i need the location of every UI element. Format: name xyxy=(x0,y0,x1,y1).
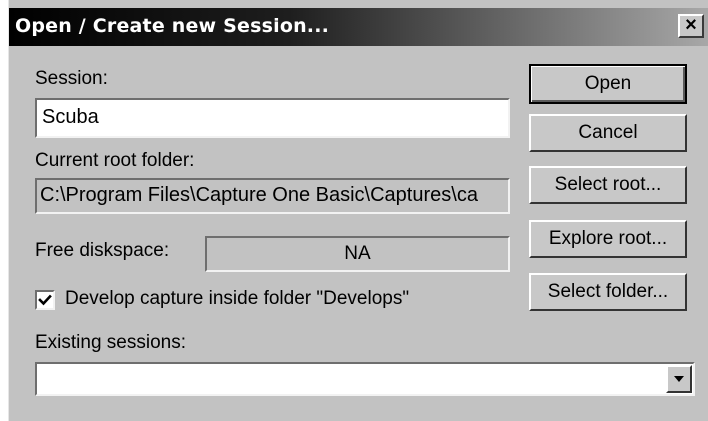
session-label: Session: xyxy=(35,68,108,89)
diskspace-label: Free diskspace: xyxy=(35,240,170,261)
diskspace-value: NA xyxy=(344,243,371,264)
dropdown-button[interactable] xyxy=(666,365,692,393)
checkmark-icon xyxy=(38,294,52,306)
dropdown-arrow-icon xyxy=(674,376,684,382)
close-icon: × xyxy=(685,14,697,36)
window-title: Open / Create new Session... xyxy=(15,15,330,37)
existing-sessions-label: Existing sessions: xyxy=(35,332,187,353)
open-session-dialog: Open / Create new Session... × Session: … xyxy=(8,0,708,421)
cancel-button[interactable]: Cancel xyxy=(529,114,687,152)
diskspace-field: NA xyxy=(205,236,510,272)
open-button[interactable]: Open xyxy=(529,64,687,104)
develop-checkbox[interactable] xyxy=(35,290,55,310)
session-input[interactable]: Scuba xyxy=(35,98,510,138)
close-button[interactable]: × xyxy=(678,14,704,38)
develop-checkbox-label[interactable]: Develop capture inside folder "Develops" xyxy=(65,288,409,310)
existing-sessions-dropdown[interactable] xyxy=(35,362,695,396)
select-root-button[interactable]: Select root... xyxy=(529,166,687,204)
explore-root-button[interactable]: Explore root... xyxy=(529,220,687,258)
title-bar: Open / Create new Session... × xyxy=(9,8,708,46)
root-folder-field: C:\Program Files\Capture One Basic\Captu… xyxy=(35,178,510,214)
root-folder-label: Current root folder: xyxy=(35,150,195,171)
select-folder-button[interactable]: Select folder... xyxy=(529,273,687,311)
root-folder-value: C:\Program Files\Capture One Basic\Captu… xyxy=(40,184,478,206)
session-input-value: Scuba xyxy=(42,106,99,128)
